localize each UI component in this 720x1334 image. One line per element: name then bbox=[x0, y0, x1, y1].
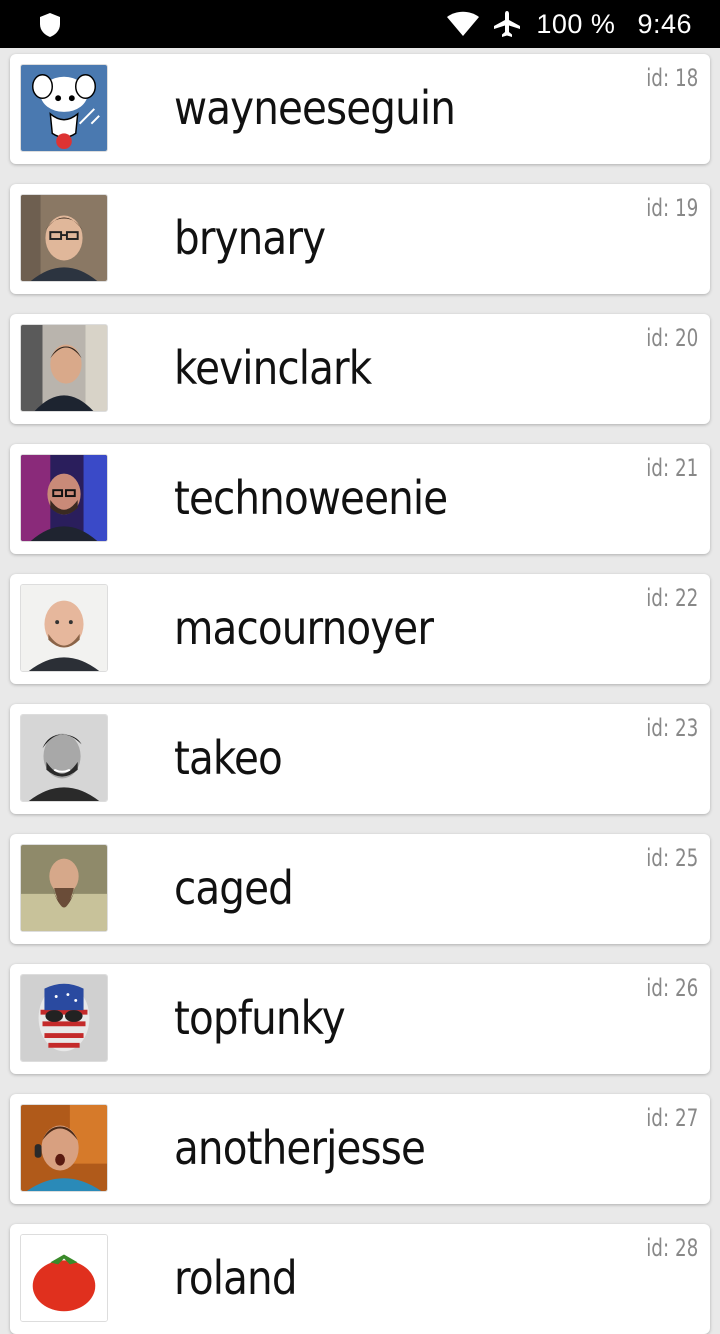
user-card[interactable]: kevinclark id: 20 bbox=[10, 314, 710, 424]
user-id-label: id: 26 bbox=[645, 974, 698, 1002]
tomato-avatar bbox=[20, 1234, 108, 1322]
username: macournoyer bbox=[174, 601, 434, 655]
user-id-label: id: 22 bbox=[645, 584, 698, 612]
user-card[interactable]: takeo id: 23 bbox=[10, 704, 710, 814]
person-glasses-avatar bbox=[20, 194, 108, 282]
user-id-label: id: 25 bbox=[645, 844, 698, 872]
user-card[interactable]: wayneeseguin id: 18 bbox=[10, 54, 710, 164]
username: caged bbox=[174, 861, 294, 915]
username: takeo bbox=[174, 731, 283, 785]
username: brynary bbox=[174, 211, 326, 265]
user-id-label: id: 18 bbox=[645, 64, 698, 92]
user-card[interactable]: anotherjesse id: 27 bbox=[10, 1094, 710, 1204]
username: roland bbox=[174, 1251, 298, 1305]
user-id-label: id: 21 bbox=[645, 454, 698, 482]
user-id-label: id: 27 bbox=[645, 1104, 698, 1132]
user-card[interactable]: technoweenie id: 21 bbox=[10, 444, 710, 554]
person-headphones-avatar bbox=[20, 1104, 108, 1192]
wifi-icon bbox=[446, 11, 480, 37]
user-card[interactable]: roland id: 28 bbox=[10, 1224, 710, 1334]
user-id-label: id: 20 bbox=[645, 324, 698, 352]
clock-time: 9:46 bbox=[637, 8, 692, 39]
person-beard-avatar bbox=[20, 844, 108, 932]
user-card[interactable]: macournoyer id: 22 bbox=[10, 574, 710, 684]
user-id-label: id: 19 bbox=[645, 194, 698, 222]
flag-face-avatar bbox=[20, 974, 108, 1062]
person-avatar bbox=[20, 454, 108, 542]
user-id-label: id: 23 bbox=[645, 714, 698, 742]
user-card[interactable]: caged id: 25 bbox=[10, 834, 710, 944]
username: kevinclark bbox=[174, 341, 372, 395]
airplane-mode-icon bbox=[492, 9, 522, 39]
person-avatar bbox=[20, 714, 108, 802]
user-card[interactable]: topfunky id: 26 bbox=[10, 964, 710, 1074]
battery-percentage: 100 % bbox=[536, 8, 616, 39]
user-id-label: id: 28 bbox=[645, 1234, 698, 1262]
person-avatar bbox=[20, 584, 108, 672]
shield-icon bbox=[38, 12, 62, 38]
status-bar: 100 % 9:46 bbox=[0, 0, 720, 48]
username: anotherjesse bbox=[174, 1121, 426, 1175]
cartoon-mouse-avatar bbox=[20, 64, 108, 152]
user-card[interactable]: brynary id: 19 bbox=[10, 184, 710, 294]
person-avatar bbox=[20, 324, 108, 412]
username: technoweenie bbox=[174, 471, 448, 525]
username: topfunky bbox=[174, 991, 346, 1045]
username: wayneeseguin bbox=[174, 81, 456, 135]
